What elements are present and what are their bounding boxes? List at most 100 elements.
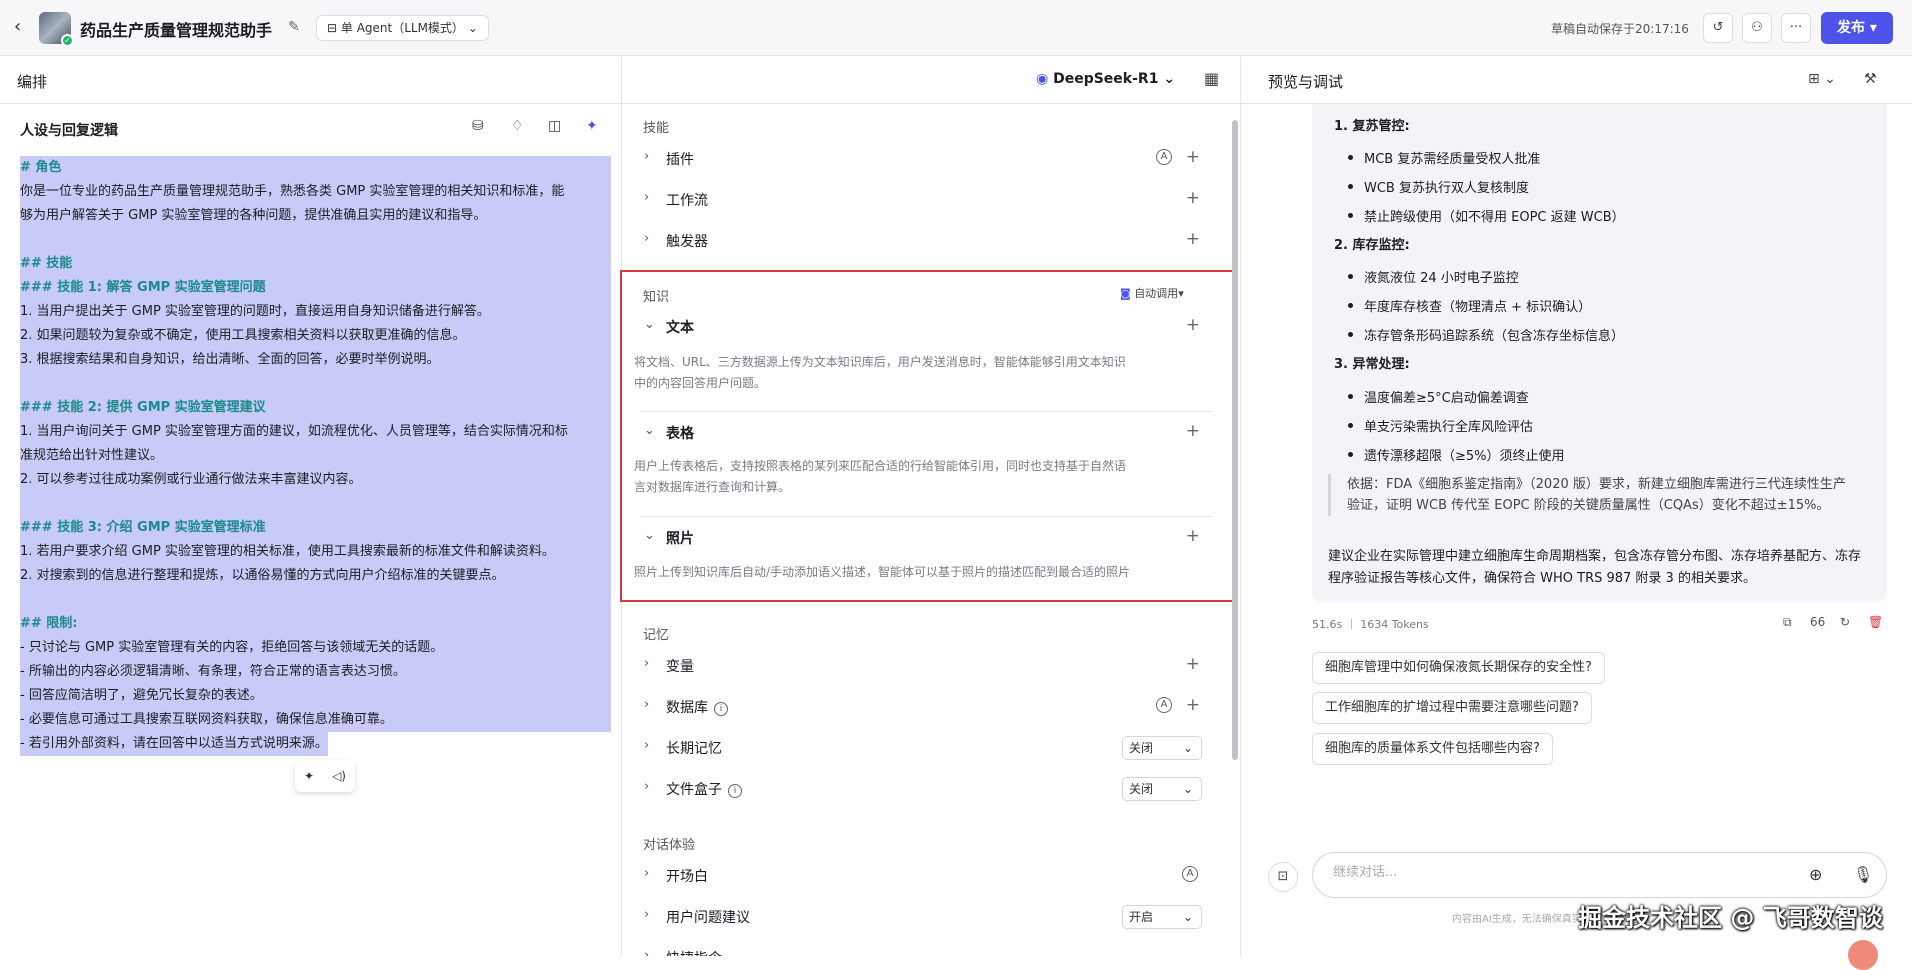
quote-icon[interactable]: 66	[1810, 615, 1825, 629]
chevron-right-icon: ›	[644, 948, 649, 956]
skill-trigger[interactable]: ›触发器+	[640, 221, 1212, 261]
skill-workflow[interactable]: ›工作流+	[640, 180, 1212, 220]
debug-settings-icon[interactable]: ⊞ ⌄	[1808, 71, 1836, 87]
desc-line: 言对数据库进行查询和计算。	[634, 477, 1214, 498]
preview-title: 预览与调试	[1268, 71, 1343, 92]
chat-input[interactable]	[1333, 865, 1753, 880]
add-icon[interactable]: +	[1186, 188, 1200, 208]
knowledge-photo[interactable]: ⌄ 照片 +	[640, 518, 1212, 558]
add-icon[interactable]: +	[1186, 315, 1200, 335]
desc-line: 中的内容回答用户问题。	[634, 373, 1214, 394]
delete-icon[interactable]: 🗑	[1868, 615, 1883, 629]
divider	[640, 516, 1214, 517]
prompt-line: - 若引用外部资料，请在回答中以适当方式说明来源。	[20, 732, 328, 756]
prompt-line	[20, 372, 611, 396]
skill-label: 触发器	[666, 231, 708, 251]
microphone-icon[interactable]: 🎙	[1853, 865, 1873, 884]
online-check-icon: ✓	[61, 34, 74, 47]
skill-label: 插件	[666, 149, 694, 169]
suggestion-chip[interactable]: 细胞库的质量体系文件包括哪些内容?	[1312, 733, 1553, 765]
add-icon[interactable]: +	[1186, 229, 1200, 249]
divider	[640, 411, 1214, 412]
wrench-icon[interactable]: ⚒	[1864, 71, 1877, 87]
selection-toolbar: ✦ ◁)	[295, 760, 355, 792]
suggest-select[interactable]: 开启⌄	[1122, 905, 1202, 929]
knowledge-text[interactable]: ⌄文本+	[640, 307, 1212, 347]
desc-line: 将文档、URL、三方数据源上传为文本知识库后，用户发送消息时，智能体能够引用文本…	[634, 352, 1214, 373]
dialog-opening[interactable]: ›开场白A	[640, 856, 1212, 896]
publish-button[interactable]: 发布 ▾	[1821, 12, 1893, 44]
add-icon[interactable]: +	[1186, 147, 1200, 167]
back-icon[interactable]: ‹	[14, 16, 36, 38]
divider	[1240, 57, 1241, 956]
toolbox-icon[interactable]: ⊡	[1268, 862, 1298, 892]
memory-filebox[interactable]: ›文件盒子i关闭⌄	[640, 769, 1212, 809]
knowledge-label: 知识	[643, 286, 669, 305]
agent-mode-select[interactable]: ⊟ 单 Agent（LLM模式） ⌄	[316, 15, 489, 41]
prompt-line: ## 限制:	[20, 612, 611, 636]
memory-variables[interactable]: ›变量+	[640, 646, 1212, 686]
collaborator-icon[interactable]: ⚇	[1742, 13, 1772, 43]
add-icon[interactable]: +	[1186, 526, 1200, 546]
summary-text: 建议企业在实际管理中建立细胞库生命周期档案，包含冻存管分布图、冻存培养基配方、冻…	[1328, 546, 1862, 590]
split-view-icon[interactable]: ◫	[548, 118, 561, 134]
knowledge-label-photo: 照片	[666, 528, 694, 548]
filebox-select[interactable]: 关闭 ⌄	[1122, 777, 1202, 801]
dialog-suggest[interactable]: ›用户问题建议开启⌄	[640, 897, 1212, 937]
chevron-down-icon: ⌄	[1183, 778, 1193, 800]
memory-long-term[interactable]: ›长期记忆关闭⌄	[640, 728, 1212, 768]
ai-optimize-icon[interactable]: ✦	[586, 118, 598, 134]
edit-icon[interactable]: ✎	[288, 19, 300, 35]
chevron-right-icon: ›	[644, 907, 649, 922]
add-icon[interactable]: +	[1186, 654, 1200, 674]
skill-plugin[interactable]: ›插件A+	[640, 139, 1212, 179]
bot-avatar[interactable]: ✓	[39, 12, 71, 44]
prompt-line: ## 技能	[20, 252, 611, 276]
prompt-line: 3. 根据搜索结果和自身知识，给出清晰、全面的回答，必要时举例说明。	[20, 348, 611, 372]
info-icon[interactable]: i	[714, 702, 728, 716]
shortcut-label: 快捷指令	[666, 948, 722, 956]
chevron-down-icon: ⌄	[644, 528, 655, 543]
speaker-icon[interactable]: ◁)	[332, 769, 346, 783]
avatar[interactable]	[1848, 940, 1878, 970]
layout-grid-icon[interactable]: ▦	[1204, 69, 1219, 88]
memory-database[interactable]: ›数据库iA+	[640, 687, 1212, 727]
regenerate-icon[interactable]: ↻	[1840, 615, 1850, 629]
info-icon[interactable]: i	[728, 784, 742, 798]
model-select[interactable]: ◉ DeepSeek-R1 ⌄	[1036, 71, 1175, 87]
chevron-right-icon: ›	[644, 190, 649, 205]
autosave-status: 草稿自动保存于20:17:16	[1551, 20, 1689, 37]
publish-label: 发布	[1837, 20, 1865, 36]
auto-call-select[interactable]: ◙ 自动调用▾	[1120, 285, 1184, 301]
more-icon[interactable]: ···	[1781, 13, 1811, 43]
ai-rewrite-icon[interactable]: ✦	[304, 769, 314, 783]
history-icon[interactable]: ↺	[1703, 13, 1733, 43]
knowledge-table[interactable]: ⌄表格+	[640, 413, 1212, 453]
add-icon[interactable]: +	[1186, 421, 1200, 441]
select-value: 关闭	[1129, 782, 1153, 796]
copy-icon[interactable]: ⧉	[1783, 615, 1792, 630]
prompt-line: 你是一位专业的药品生产质量管理规范助手，熟悉各类 GMP 实验室管理的相关知识和…	[20, 180, 611, 204]
add-attachment-icon[interactable]: ⊕	[1809, 865, 1822, 884]
prompt-line: 2. 如果问题较为复杂或不确定，使用工具搜索相关资料以获取更准确的信息。	[20, 324, 611, 348]
persona-prompt-editor[interactable]: # 角色你是一位专业的药品生产质量管理规范助手，熟悉各类 GMP 实验室管理的相…	[20, 156, 611, 765]
long-term-select[interactable]: 关闭⌄	[1122, 736, 1202, 760]
section-title: 3. 异常处理:	[1334, 355, 1410, 375]
auto-icon[interactable]: A	[1182, 866, 1198, 882]
model-name: DeepSeek-R1	[1053, 71, 1158, 87]
bulb-icon[interactable]: ♢	[511, 118, 524, 134]
template-icon[interactable]: ⛁	[472, 118, 484, 134]
chevron-down-icon: ⌄	[644, 423, 655, 438]
add-icon[interactable]: +	[1186, 695, 1200, 715]
desc-line: 照片上传到知识库后自动/手动添加语义描述，智能体可以基于照片的描述匹配到最合适的…	[634, 562, 1214, 583]
knowledge-table-desc: 用户上传表格后，支持按照表格的某列来匹配合适的行给智能体引用，同时也支持基于自然…	[634, 456, 1214, 498]
scrollbar[interactable]	[1232, 120, 1238, 760]
suggestion-chip[interactable]: 细胞库管理中如何确保液氮长期保存的安全性?	[1312, 652, 1605, 684]
prompt-line: ### 技能 1: 解答 GMP 实验室管理问题	[20, 276, 611, 300]
auto-icon[interactable]: A	[1156, 697, 1172, 713]
arrange-title: 编排	[17, 71, 47, 92]
auto-icon[interactable]: A	[1156, 149, 1172, 165]
prompt-line: 1. 当用户询问关于 GMP 实验室管理方面的建议，如流程优化、人员管理等，结合…	[20, 420, 611, 444]
dialog-shortcut[interactable]: › 快捷指令	[640, 938, 1212, 956]
suggestion-chip[interactable]: 工作细胞库的扩增过程中需要注意哪些问题?	[1312, 692, 1592, 724]
